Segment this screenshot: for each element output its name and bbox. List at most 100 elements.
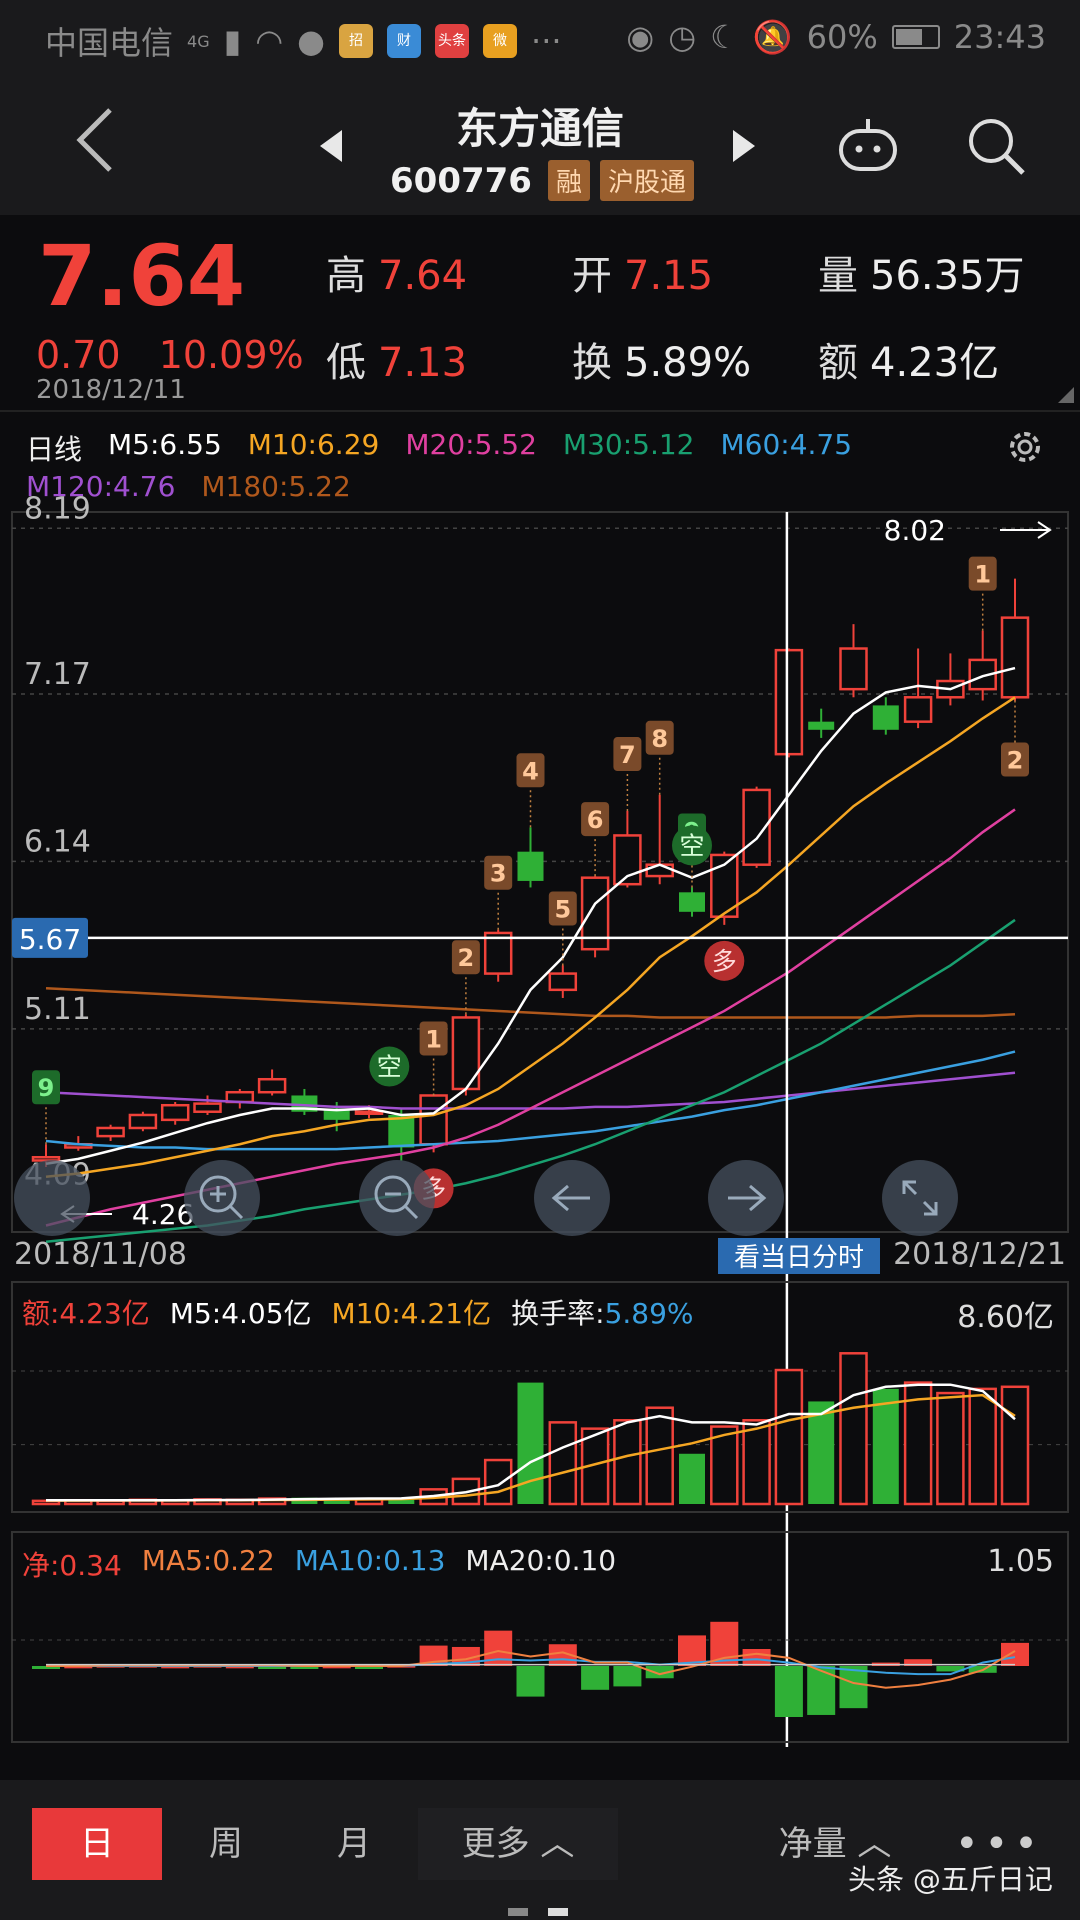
candle-body [1000,616,1030,699]
stock-name: 东方通信 [455,104,624,153]
net-bar [613,1666,642,1687]
weibo-icon: 微 [483,24,518,58]
tab-more[interactable]: 更多 ︿ [418,1808,618,1880]
net-bar [774,1666,803,1717]
volume-bar [774,1368,804,1506]
net-bar [807,1666,836,1715]
signal-label: 多 [712,947,737,976]
volume-bar [742,1419,771,1506]
tab-week[interactable]: 周 [162,1808,290,1880]
page-indicator [508,1908,572,1916]
candle-body [774,648,804,756]
stock-code: 600776 [390,160,532,201]
candle-body [128,1113,158,1130]
candle-body [872,705,899,730]
ma120-line [45,1071,1016,1110]
x-axis-end-date: 2018/12/21 [893,1237,1066,1272]
app-icon-1: 招 [339,24,374,58]
search-icon[interactable] [965,115,1027,177]
price-change: 0.70 [36,333,121,377]
signal-label: 空 [679,831,704,860]
kline-chart[interactable]: 8.197.176.145.114.09912345678912空多空多5.67… [0,412,1080,1752]
x-axis-start-date: 2018/11/08 [14,1237,187,1272]
volume-bar [872,1388,899,1504]
low-label: 低 [326,340,366,386]
net-bar [516,1666,545,1697]
volume-bar [548,1421,578,1506]
last-price: 7.64 [38,227,246,325]
bottom-bar: 日 周 月 更多 ︿ 净量 ︿ ••• [0,1780,1080,1920]
open-label: 开 [572,253,612,299]
marker-label: 1 [974,561,991,589]
volume-bar [839,1352,868,1506]
battery-percent: 60% [806,18,878,56]
signal-icon: ▮ [223,22,242,60]
turnover-label: 换 [572,340,612,386]
moon-icon: ☾ [710,18,739,56]
change-row: 0.70 10.09% [36,333,304,377]
net-panel-frame [11,1531,1069,1743]
candle-body [839,647,868,691]
amount-item: 额 4.23亿 [818,330,999,388]
volume-bar [517,1382,544,1504]
zoom-in-icon[interactable] [184,1160,260,1236]
marker-label: 8 [651,725,668,753]
max-price-label: 8.02 [884,514,946,547]
next-stock-icon[interactable] [733,130,755,162]
wechat-icon: ● [297,22,326,60]
nav-bar: 东方通信 600776 融 沪股通 [0,75,1080,215]
app-icon-3: 头条 [435,24,470,58]
scroll-left-handle-icon[interactable] [14,1160,90,1236]
low-value: 7.13 [378,340,468,386]
net-bar [742,1649,771,1666]
turnover-item: 换 5.89% [572,330,751,388]
volume-value: 56.35万 [870,253,1025,299]
candle-body [419,1094,448,1146]
candle-body [679,892,705,912]
y-axis-label: 6.14 [24,824,91,859]
turnover-value: 5.89% [624,340,752,386]
y-axis-label: 8.19 [24,491,91,526]
high-value: 7.64 [378,253,468,299]
amount-value: 4.23亿 [870,340,1000,386]
network-label: 4G [187,31,210,51]
margin-tag: 融 [547,160,590,201]
watermark: 头条 @五斤日记 [848,1863,1053,1896]
carrier-label: 中国电信 [45,24,174,62]
candle-body [808,721,835,730]
tab-day[interactable]: 日 [32,1808,162,1880]
marker-label: 9 [38,1074,55,1102]
chart-area[interactable]: 日线 M5:6.55 M10:6.29 M20:5.52 M30:5.12 M6… [0,410,1080,1750]
intraday-button-label: 看当日分时 [734,1243,864,1273]
candle-body [257,1077,287,1094]
marker-label: 7 [619,741,636,769]
mute-icon: 🔕 [752,18,793,56]
net-bar [581,1666,610,1690]
fullscreen-icon[interactable] [882,1160,958,1236]
volume-bar [645,1406,674,1506]
quote-panel: 7.64 0.70 10.09% 2018/12/11 高 7.64 低 7.13 … [0,215,1080,405]
net-bar [1001,1642,1029,1666]
robot-icon[interactable] [835,115,901,175]
clock: 23:43 [953,18,1046,56]
volume-bar [483,1458,513,1506]
candle-body [645,863,674,878]
zoom-out-icon[interactable] [359,1160,435,1236]
candle-body [193,1102,222,1113]
more-notifications-icon: ··· [531,22,562,60]
app-icon-2: 财 [387,24,422,58]
marker-label: 6 [587,806,604,834]
high-label: 高 [326,253,366,299]
expand-icon[interactable] [1058,387,1074,403]
y-axis-label: 7.17 [24,657,91,692]
signal-label: 空 [377,1052,402,1081]
candle-body [96,1126,125,1138]
low-item: 低 7.13 [326,330,467,388]
marker-label: 2 [458,944,475,972]
battery-icon [891,25,940,49]
volume-label: 量 [818,253,858,299]
net-bar [839,1666,868,1709]
tab-month[interactable]: 月 [290,1808,418,1880]
marker-label: 3 [490,860,507,888]
volume-bar [936,1391,965,1506]
